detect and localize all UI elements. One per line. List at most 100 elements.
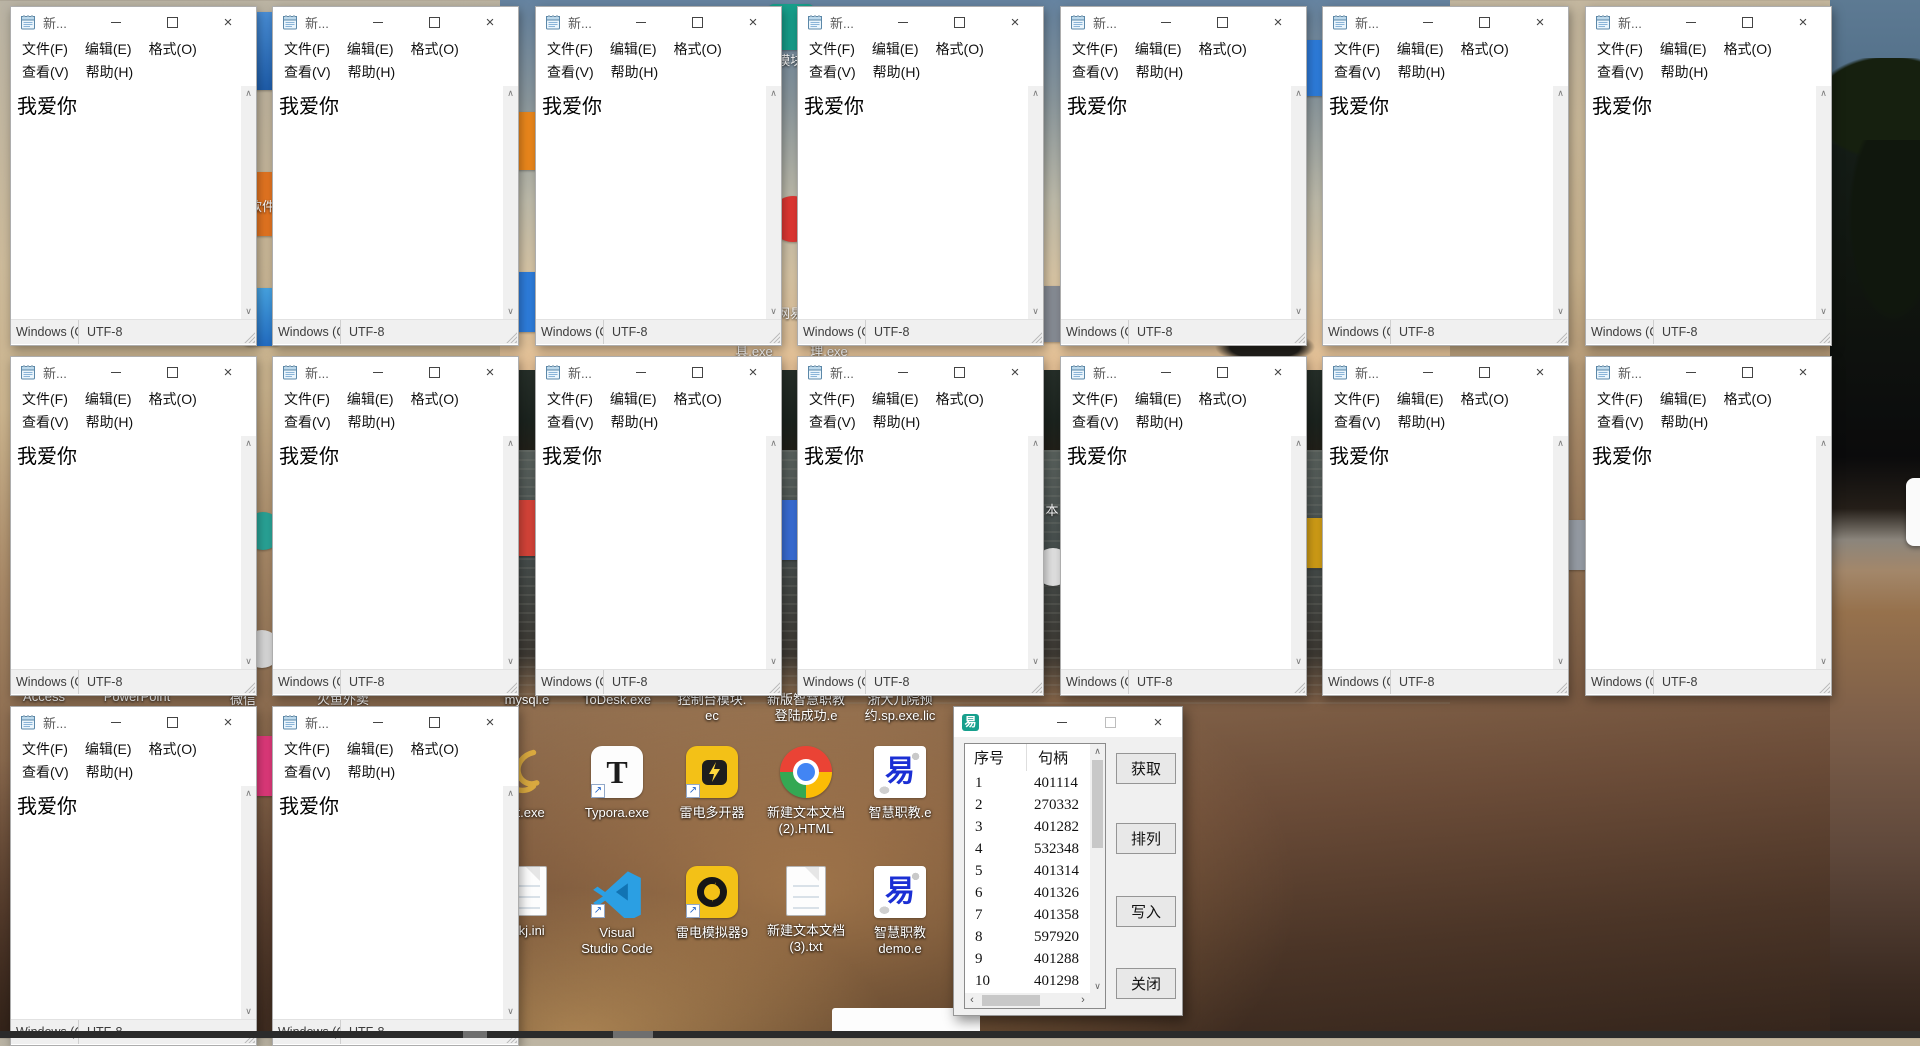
menu-help[interactable]: 帮助(H)	[1398, 414, 1445, 430]
menu-view[interactable]: 查看(V)	[22, 414, 69, 430]
table-row[interactable]: 8597920	[965, 926, 1090, 948]
resize-grip[interactable]	[243, 331, 255, 343]
close-button[interactable]: ×	[200, 357, 256, 387]
menu-help[interactable]: 帮助(H)	[1136, 64, 1183, 80]
menu-file[interactable]: 文件(F)	[1597, 391, 1643, 407]
scroll-up-icon[interactable]: ∧	[1820, 439, 1827, 448]
maximize-button[interactable]	[144, 707, 200, 737]
resize-grip[interactable]	[1555, 681, 1567, 693]
menu-file[interactable]: 文件(F)	[22, 391, 68, 407]
text-editor[interactable]: 我爱你	[273, 786, 503, 1019]
menu-edit[interactable]: 编辑(E)	[1135, 391, 1182, 407]
table-row[interactable]: 7401358	[965, 904, 1090, 926]
menu-format[interactable]: 格式(O)	[674, 391, 722, 407]
scroll-up-icon[interactable]: ∧	[1090, 744, 1105, 758]
menu-edit[interactable]: 编辑(E)	[1397, 391, 1444, 407]
text-editor[interactable]: 我爱你	[11, 786, 241, 1019]
maximize-button[interactable]	[1456, 357, 1512, 387]
text-editor[interactable]: 我爱你	[1061, 436, 1291, 669]
maximize-button[interactable]	[406, 7, 462, 37]
minimize-button[interactable]	[1400, 357, 1456, 387]
close-button[interactable]: ×	[462, 7, 518, 37]
scroll-up-icon[interactable]: ∧	[1295, 89, 1302, 98]
menu-view[interactable]: 查看(V)	[284, 764, 331, 780]
vertical-scrollbar[interactable]: ∧ ∨	[1028, 86, 1043, 319]
resize-grip[interactable]	[505, 681, 517, 693]
text-editor[interactable]: 我爱你	[1586, 86, 1816, 319]
menu-edit[interactable]: 编辑(E)	[85, 391, 132, 407]
maximize-button[interactable]	[1719, 357, 1775, 387]
resize-grip[interactable]	[768, 681, 780, 693]
titlebar[interactable]: 新... ×	[273, 7, 518, 37]
table-row[interactable]: 5401314	[965, 860, 1090, 882]
close-button[interactable]: ×	[200, 7, 256, 37]
titlebar[interactable]: 新... ×	[798, 7, 1043, 37]
close-button[interactable]: ×	[1250, 7, 1306, 37]
maximize-button[interactable]	[1456, 7, 1512, 37]
menu-help[interactable]: 帮助(H)	[1661, 64, 1708, 80]
menu-file[interactable]: 文件(F)	[284, 391, 330, 407]
scroll-down-icon[interactable]: ∨	[1557, 657, 1564, 666]
text-editor[interactable]: 我爱你	[11, 86, 241, 319]
scroll-up-icon[interactable]: ∧	[1295, 439, 1302, 448]
vertical-scrollbar[interactable]: ∧ ∨	[503, 436, 518, 669]
menu-file[interactable]: 文件(F)	[1072, 41, 1118, 57]
menu-view[interactable]: 查看(V)	[547, 64, 594, 80]
text-editor[interactable]: 我爱你	[1323, 436, 1553, 669]
menu-view[interactable]: 查看(V)	[1597, 414, 1644, 430]
menu-view[interactable]: 查看(V)	[1334, 414, 1381, 430]
desktop-icon-leidian-duokaiqi[interactable]: ↗雷电多开器	[664, 746, 760, 821]
menu-file[interactable]: 文件(F)	[809, 41, 855, 57]
menu-file[interactable]: 文件(F)	[1597, 41, 1643, 57]
menu-file[interactable]: 文件(F)	[22, 41, 68, 57]
menu-view[interactable]: 查看(V)	[284, 414, 331, 430]
taskbar-segment[interactable]	[463, 1031, 487, 1038]
text-editor[interactable]: 我爱你	[1061, 86, 1291, 319]
close-button[interactable]: ×	[987, 357, 1043, 387]
close-button[interactable]: ×	[462, 357, 518, 387]
table-row[interactable]: 9401288	[965, 948, 1090, 970]
scroll-up-icon[interactable]: ∧	[1820, 89, 1827, 98]
menu-format[interactable]: 格式(O)	[674, 41, 722, 57]
menu-file[interactable]: 文件(F)	[1072, 391, 1118, 407]
menu-help[interactable]: 帮助(H)	[348, 64, 395, 80]
resize-grip[interactable]	[1818, 331, 1830, 343]
maximize-button[interactable]	[669, 357, 725, 387]
desktop-icon-zhihuizhijiao-e[interactable]: 易智慧职教.e	[852, 746, 948, 821]
text-editor[interactable]: 我爱你	[1586, 436, 1816, 669]
vertical-scrollbar[interactable]: ∧ ∨	[1291, 86, 1306, 319]
text-editor[interactable]: 我爱你	[536, 436, 766, 669]
maximize-button[interactable]	[931, 357, 987, 387]
menu-edit[interactable]: 编辑(E)	[347, 741, 394, 757]
minimize-button[interactable]	[1400, 7, 1456, 37]
scroll-down-icon[interactable]: ∨	[1032, 307, 1039, 316]
menu-format[interactable]: 格式(O)	[1199, 391, 1247, 407]
menu-format[interactable]: 格式(O)	[149, 741, 197, 757]
menu-help[interactable]: 帮助(H)	[86, 64, 133, 80]
menu-view[interactable]: 查看(V)	[1072, 64, 1119, 80]
minimize-button[interactable]	[1663, 357, 1719, 387]
maximize-button[interactable]	[1086, 707, 1134, 737]
vertical-scrollbar[interactable]: ∧ ∨	[241, 786, 256, 1019]
menu-view[interactable]: 查看(V)	[1597, 64, 1644, 80]
scroll-up-icon[interactable]: ∧	[1032, 89, 1039, 98]
taskbar-autohide-strip[interactable]	[0, 1031, 1920, 1038]
desktop-icon-zhihuizhijiao-login-e[interactable]: 新版智慧职教登陆成功.e	[758, 692, 854, 724]
vertical-scrollbar[interactable]: ∧ ∨	[241, 436, 256, 669]
minimize-button[interactable]	[350, 357, 406, 387]
resize-grip[interactable]	[1555, 331, 1567, 343]
scroll-down-icon[interactable]: ∨	[1295, 657, 1302, 666]
scroll-up-icon[interactable]: ∧	[1032, 439, 1039, 448]
scrollbar-thumb[interactable]	[982, 995, 1040, 1006]
close-button[interactable]: ×	[1512, 357, 1568, 387]
minimize-button[interactable]	[350, 707, 406, 737]
close-button[interactable]: ×	[200, 707, 256, 737]
menu-view[interactable]: 查看(V)	[1072, 414, 1119, 430]
menu-help[interactable]: 帮助(H)	[611, 64, 658, 80]
vertical-scrollbar[interactable]: ∧ ∨	[1816, 436, 1831, 669]
menu-view[interactable]: 查看(V)	[22, 64, 69, 80]
text-editor[interactable]: 我爱你	[798, 86, 1028, 319]
write-button[interactable]: 写入	[1116, 896, 1176, 927]
table-row[interactable]: 6401326	[965, 882, 1090, 904]
menu-format[interactable]: 格式(O)	[1724, 391, 1772, 407]
